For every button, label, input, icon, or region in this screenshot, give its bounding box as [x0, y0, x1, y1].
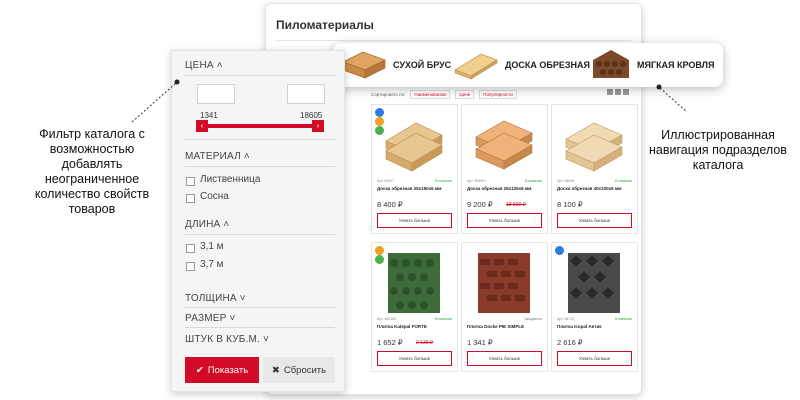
right-callout-line	[659, 87, 688, 113]
left-callout-dot	[174, 79, 180, 85]
right-callout-dot	[656, 84, 662, 90]
left-callout-text: Фильтр каталога с возможностью добавлять…	[34, 127, 150, 216]
right-callout-text: Иллюстрированная навигация подразделов к…	[649, 128, 787, 172]
left-callout-line	[131, 82, 177, 123]
